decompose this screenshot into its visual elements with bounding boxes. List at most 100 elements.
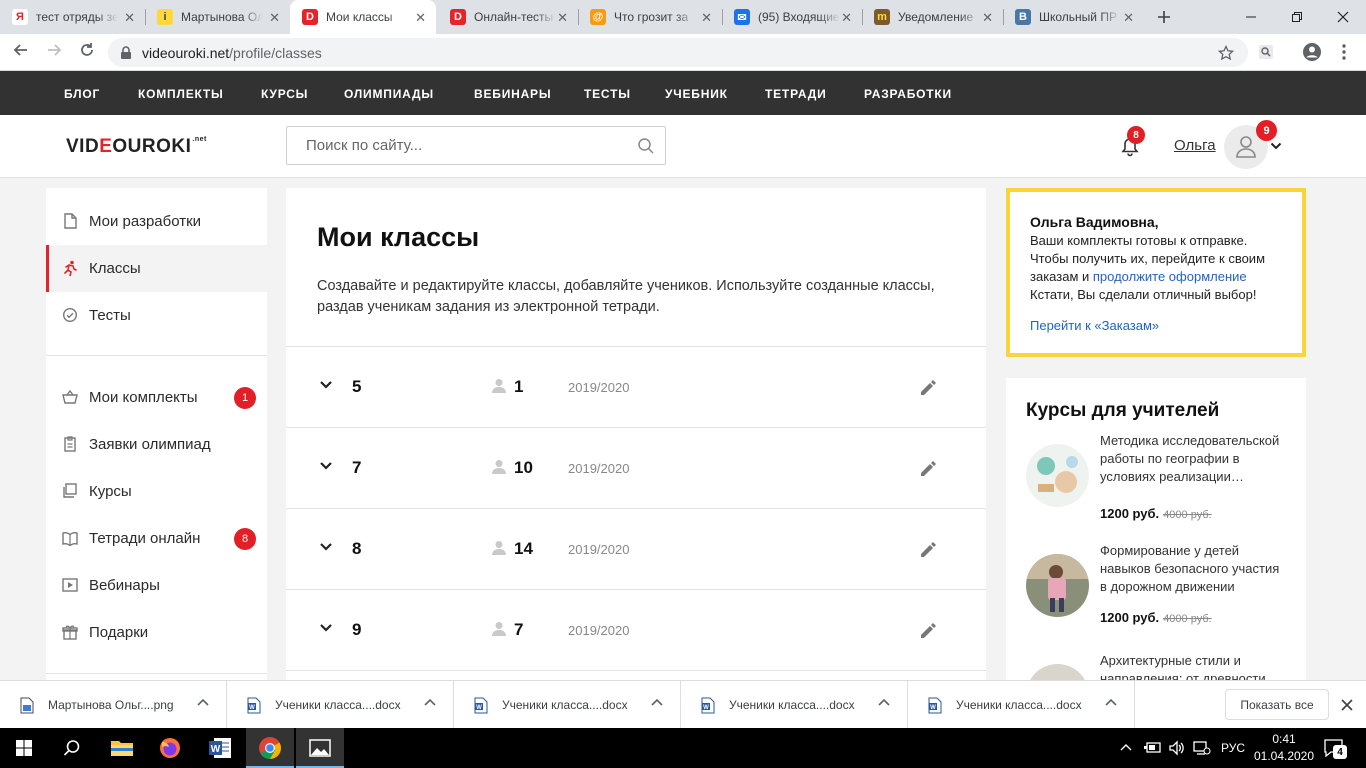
class-row[interactable]: 8 14 2019/2020 [286, 508, 986, 589]
course-item[interactable]: Формирование у детей навыков безопасного… [1026, 542, 1296, 642]
download-item[interactable]: Мартынова Ольг....png [0, 681, 227, 729]
close-downloads-icon[interactable] [1340, 698, 1354, 712]
close-window-button[interactable] [1320, 0, 1366, 34]
download-item[interactable]: W Ученики класса....docx [454, 681, 681, 729]
download-item[interactable]: W Ученики класса....docx [681, 681, 908, 729]
chrome-taskbar-button[interactable] [246, 728, 294, 768]
nav-item[interactable]: УЧЕБНИК [665, 87, 728, 101]
chevron-up-icon[interactable] [196, 695, 210, 709]
sidebar-item[interactable]: Мои разработки [46, 198, 267, 245]
close-tab-icon[interactable]: ✕ [415, 10, 426, 26]
nav-item[interactable]: КОМПЛЕКТЫ [138, 87, 224, 101]
close-tab-icon[interactable]: ✕ [982, 10, 993, 26]
running-person-icon [64, 260, 77, 276]
close-tab-icon[interactable]: ✕ [124, 10, 135, 26]
forward-button[interactable] [43, 42, 65, 63]
sidebar-item[interactable]: Заявки олимпиад [46, 421, 267, 468]
pencil-icon[interactable] [918, 540, 938, 560]
extension-icon[interactable] [1258, 44, 1274, 60]
browser-tab[interactable]: В Школьный ПР ✕ [1003, 0, 1144, 34]
class-row[interactable]: 5 1 2019/2020 [286, 346, 986, 427]
new-tab-button[interactable] [1152, 6, 1176, 28]
site-logo[interactable]: VIDEOUROKI.net [66, 136, 207, 158]
count-badge: 1 [234, 387, 256, 409]
chevron-up-icon[interactable] [1104, 695, 1118, 709]
downloads-bar: Показать все Мартынова Ольг....png W Учени… [0, 680, 1366, 729]
sidebar-item[interactable]: Вебинары [46, 562, 267, 609]
chevron-up-icon[interactable] [1120, 742, 1132, 752]
file-explorer-taskbar-button[interactable] [98, 728, 146, 768]
sidebar-item[interactable]: Подарки [46, 609, 267, 656]
photos-taskbar-button[interactable] [296, 728, 344, 768]
videouroki-icon: D [302, 9, 318, 25]
browser-tab[interactable]: Ятест отряды зе ✕ [0, 0, 145, 34]
browser-tab-title: Онлайн-тесты [474, 10, 554, 24]
clock[interactable]: 0:41 01.04.2020 [1253, 731, 1315, 765]
close-tab-icon[interactable]: ✕ [269, 10, 280, 26]
word-icon: W [209, 738, 231, 758]
sidebar-item[interactable]: Классы [46, 245, 267, 292]
download-item[interactable]: W Ученики класса....docx [227, 681, 454, 729]
chevron-up-icon[interactable] [423, 695, 437, 709]
sidebar-item[interactable]: Мои комплекты 1 [46, 374, 267, 421]
sidebar-item[interactable]: Тетради онлайн 8 [46, 515, 267, 562]
menu-dots-icon[interactable] [1341, 43, 1347, 61]
omnibox[interactable]: videouroki.net/profile/classes [108, 38, 1248, 67]
sidebar-item-label: Заявки олимпиад [89, 436, 211, 453]
word-taskbar-button[interactable]: W [196, 728, 244, 768]
search-icon[interactable] [637, 137, 655, 155]
nav-item[interactable]: ВЕБИНАРЫ [474, 87, 551, 101]
class-row[interactable]: 9 7 2019/2020 [286, 589, 986, 670]
sidebar-item[interactable]: Тесты [46, 292, 267, 339]
pencil-icon[interactable] [918, 459, 938, 479]
search-taskbar-button[interactable] [48, 728, 96, 768]
course-item[interactable]: Архитектурные стили и направления: от др… [1026, 652, 1296, 680]
pencil-icon[interactable] [918, 378, 938, 398]
nav-item[interactable]: БЛОГ [64, 87, 100, 101]
firefox-taskbar-button[interactable] [146, 728, 194, 768]
browser-tab[interactable]: ✉ (95) Входящие ✕ [722, 0, 862, 34]
nav-item[interactable]: РАЗРАБОТКИ [864, 87, 952, 101]
network-icon[interactable] [1193, 740, 1211, 756]
browser-tab[interactable]: i Мартынова Ол ✕ [145, 0, 290, 34]
minimize-button[interactable] [1228, 0, 1274, 34]
close-tab-icon[interactable]: ✕ [841, 10, 852, 26]
close-tab-icon[interactable]: ✕ [1123, 10, 1134, 26]
bookmark-star-icon[interactable] [1218, 45, 1234, 61]
chevron-up-icon[interactable] [877, 695, 891, 709]
close-tab-icon[interactable]: ✕ [557, 10, 568, 26]
reload-button[interactable] [76, 42, 98, 63]
download-item[interactable]: W Ученики класса....docx [908, 681, 1135, 729]
chevron-up-icon[interactable] [650, 695, 664, 709]
back-button[interactable] [10, 42, 32, 63]
restore-button[interactable] [1274, 0, 1320, 34]
show-all-downloads-button[interactable]: Показать все [1225, 689, 1329, 720]
browser-tab[interactable]: m Уведомление ✕ [862, 0, 1003, 34]
user-name-link[interactable]: Ольга [1174, 137, 1216, 154]
nav-item[interactable]: ТЕСТЫ [584, 87, 631, 101]
nav-item[interactable]: ОЛИМПИАДЫ [344, 87, 434, 101]
start-button[interactable] [0, 728, 48, 768]
nav-item[interactable]: ТЕТРАДИ [765, 87, 827, 101]
order-reminder-card: Ольга Вадимовна, Ваши комплекты готовы к… [1006, 188, 1306, 357]
volume-icon[interactable] [1168, 740, 1186, 756]
chevron-down-icon[interactable] [1270, 141, 1282, 151]
browser-tab[interactable]: D Мои классы ✕ [290, 0, 436, 34]
search-input[interactable] [286, 126, 666, 165]
search-icon [63, 740, 80, 756]
course-item[interactable]: Методика исследовательской работы по гео… [1026, 432, 1296, 532]
close-tab-icon[interactable]: ✕ [701, 10, 712, 26]
nav-item[interactable]: КУРСЫ [261, 87, 308, 101]
classes-panel: Мои классы Создавайте и редактируйте кла… [286, 188, 986, 680]
pencil-icon[interactable] [918, 621, 938, 641]
continue-checkout-link[interactable]: продолжите оформление [1093, 269, 1247, 284]
go-to-orders-link[interactable]: Перейти к «Заказам» [1030, 318, 1159, 333]
sidebar-item[interactable]: Курсы [46, 468, 267, 515]
class-row[interactable]: 7 10 2019/2020 [286, 427, 986, 508]
class-row[interactable] [286, 670, 986, 680]
battery-icon[interactable] [1143, 741, 1161, 755]
profile-icon[interactable] [1302, 42, 1322, 62]
language-indicator[interactable]: РУС [1221, 741, 1245, 755]
browser-tab[interactable]: D Онлайн-тесты ✕ [438, 0, 578, 34]
browser-tab[interactable]: @ Что грозит за ✕ [578, 0, 722, 34]
